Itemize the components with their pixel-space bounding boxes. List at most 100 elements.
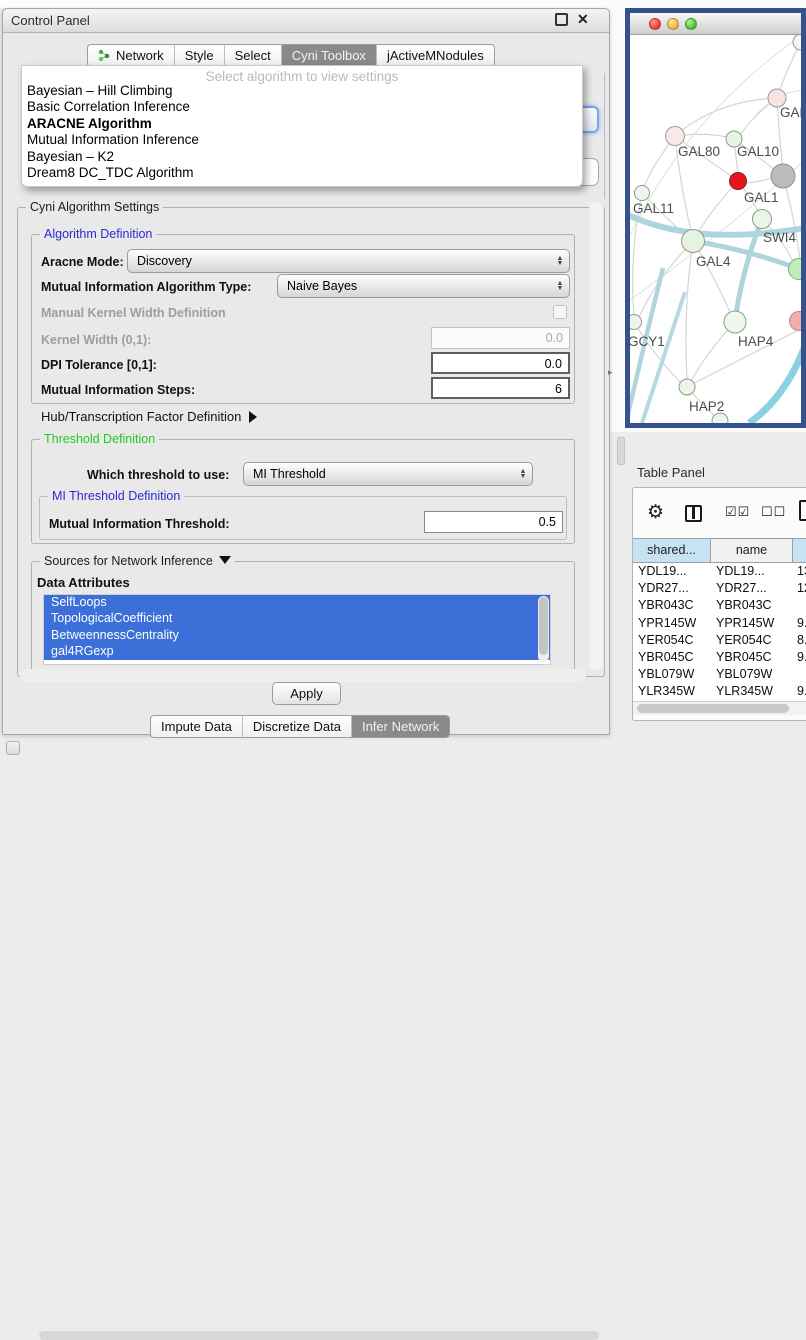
cyni-settings-group-title: Cyni Algorithm Settings	[26, 200, 163, 214]
data-attributes-list[interactable]: SelfLoopsTopologicalCoefficientBetweenne…	[43, 594, 551, 665]
tab-cyni-toolbox[interactable]: Cyni Toolbox	[282, 45, 377, 66]
network-node[interactable]	[630, 315, 642, 330]
algorithm-placeholder-item[interactable]: Select algorithm to view settings	[22, 66, 582, 83]
network-node[interactable]	[771, 164, 795, 188]
occluded-panel-border	[604, 73, 605, 199]
columns-icon[interactable]	[685, 505, 702, 522]
float-window-icon[interactable]	[555, 13, 568, 26]
network-canvas[interactable]: GALGAL80GAL10GAL1GAL11SWI4GAL4GCY1HAP4YH…	[630, 35, 801, 423]
column-header-name[interactable]: name	[711, 539, 793, 562]
network-node[interactable]	[679, 379, 695, 395]
network-node[interactable]	[753, 210, 772, 229]
attributes-scrollbar-thumb[interactable]	[539, 597, 548, 655]
apply-button[interactable]: Apply	[272, 682, 341, 705]
table-cell: YDR27...	[711, 580, 793, 597]
network-node[interactable]	[682, 230, 705, 253]
splitter-collapse-arrow[interactable]: ▸	[608, 367, 613, 378]
hub-tf-definition-toggle[interactable]: Hub/Transcription Factor Definition	[41, 409, 257, 424]
network-node-label: SWI4	[763, 230, 796, 245]
network-window-titlebar[interactable]	[630, 13, 801, 35]
tab-infer-network[interactable]: Infer Network	[352, 716, 449, 737]
tab-impute-data[interactable]: Impute Data	[151, 716, 243, 737]
minimize-traffic-light[interactable]	[667, 18, 679, 30]
close-traffic-light[interactable]	[649, 18, 661, 30]
tab-discretize-data[interactable]: Discretize Data	[243, 716, 352, 737]
gear-icon[interactable]: ⚙	[647, 501, 664, 524]
algorithm-option[interactable]: Mutual Information Inference	[22, 132, 582, 148]
close-icon[interactable]: ✕	[577, 11, 589, 28]
table-row[interactable]: YDL19...YDL19...13	[633, 563, 806, 580]
algorithm-option[interactable]: Bayesian – Hill Climbing	[22, 83, 582, 99]
algorithm-option[interactable]: Bayesian – K2	[22, 149, 582, 165]
tab-style[interactable]: Style	[175, 45, 225, 66]
export-table-icon[interactable]	[799, 500, 806, 521]
sources-group-label: Sources for Network Inference	[44, 554, 213, 568]
table-cell: YPR145W	[633, 615, 711, 632]
network-node[interactable]	[789, 259, 802, 280]
table-cell: YBL079W	[633, 666, 711, 683]
column-header-shared-name[interactable]: shared...	[633, 539, 711, 562]
dpi-tolerance-field[interactable]: 0.0	[431, 352, 570, 374]
settings-horizontal-scrollbar[interactable]	[20, 669, 586, 682]
tab-network[interactable]: Network	[88, 45, 175, 66]
attributes-list-scrollbar[interactable]	[538, 596, 549, 662]
network-node-label: GAL	[780, 105, 801, 120]
table-toolbar: ⚙ ☑☑ ☐☐	[633, 488, 806, 538]
zoom-traffic-light[interactable]	[685, 18, 697, 30]
sources-group-title[interactable]: Sources for Network Inference	[40, 554, 235, 568]
table-panel: ⚙ ☑☑ ☐☐ shared... name YDL19...YDL19...1…	[632, 487, 806, 721]
table-row[interactable]: YBL079WYBL079W	[633, 666, 806, 683]
combo-spinner-icon: ▲▼	[516, 469, 532, 479]
tab-infer-network-label: Infer Network	[362, 719, 439, 734]
tab-select[interactable]: Select	[225, 45, 282, 66]
data-attribute-item[interactable]: gal4RGexp	[44, 644, 550, 660]
column-header-clipped[interactable]	[793, 539, 806, 562]
select-all-icon[interactable]: ☑☑	[725, 504, 750, 520]
tab-style-label: Style	[185, 48, 214, 63]
kernel-width-field[interactable]: 0.0	[431, 327, 570, 349]
mi-threshold-field[interactable]: 0.5	[424, 511, 563, 533]
network-node-label: GAL80	[678, 144, 720, 159]
data-attribute-item[interactable]: BetweennessCentrality	[44, 628, 550, 644]
network-node[interactable]	[724, 311, 746, 333]
table-row[interactable]: YBR043CYBR043C	[633, 597, 806, 614]
settings-hscrollbar-thumb[interactable]	[39, 1331, 599, 1340]
table-cell: YBR045C	[633, 649, 711, 666]
tab-jactivemnodules-label: jActiveMNodules	[387, 48, 484, 63]
control-panel-titlebar[interactable]: Control Panel ✕	[3, 9, 609, 33]
algorithm-option[interactable]: Basic Correlation Inference	[22, 99, 582, 115]
manual-kernel-width-label: Manual Kernel Width Definition	[41, 306, 226, 320]
table-row[interactable]: YER054CYER054C8.	[633, 632, 806, 649]
network-node[interactable]	[730, 173, 747, 190]
table-horizontal-scrollbar[interactable]	[633, 701, 806, 715]
minimized-panel-icon[interactable]	[6, 741, 20, 755]
network-node[interactable]	[635, 186, 650, 201]
which-threshold-combobox[interactable]: MI Threshold ▲▼	[243, 462, 533, 486]
network-node[interactable]	[793, 35, 801, 50]
table-row[interactable]: YLR345WYLR345W9.	[633, 683, 806, 700]
combo-spinner-icon: ▲▼	[553, 256, 569, 266]
manual-kernel-width-checkbox[interactable]	[553, 305, 567, 319]
data-attribute-item[interactable]: TopologicalCoefficient	[44, 611, 550, 627]
deselect-all-icon[interactable]: ☐☐	[761, 504, 786, 520]
table-row[interactable]: YDR27...YDR27...12	[633, 580, 806, 597]
settings-vertical-scrollbar[interactable]	[589, 202, 603, 670]
algorithm-option-list: Bayesian – Hill ClimbingBasic Correlatio…	[22, 83, 582, 181]
table-hscrollbar-thumb[interactable]	[637, 704, 789, 713]
network-node[interactable]	[666, 127, 685, 146]
mi-steps-field[interactable]: 6	[431, 377, 570, 399]
aracne-mode-combobox[interactable]: Discovery ▲▼	[127, 249, 570, 273]
network-node-label: GAL4	[696, 254, 731, 269]
algorithm-definition-title: Algorithm Definition	[40, 227, 156, 241]
network-node[interactable]	[712, 413, 728, 423]
algorithm-option[interactable]: ARACNE Algorithm	[22, 116, 582, 132]
table-row[interactable]: YPR145WYPR145W9.	[633, 615, 806, 632]
table-row[interactable]: YBR045CYBR045C9.	[633, 649, 806, 666]
algorithm-option[interactable]: Dream8 DC_TDC Algorithm	[22, 165, 582, 181]
tab-jactivemnodules[interactable]: jActiveMNodules	[377, 45, 494, 66]
data-attribute-item[interactable]: SelfLoops	[44, 595, 550, 611]
splitter-grip[interactable]	[617, 437, 625, 465]
mi-algorithm-type-combobox[interactable]: Naive Bayes ▲▼	[277, 274, 570, 298]
table-cell: 13	[793, 563, 806, 580]
network-node[interactable]	[790, 312, 802, 331]
